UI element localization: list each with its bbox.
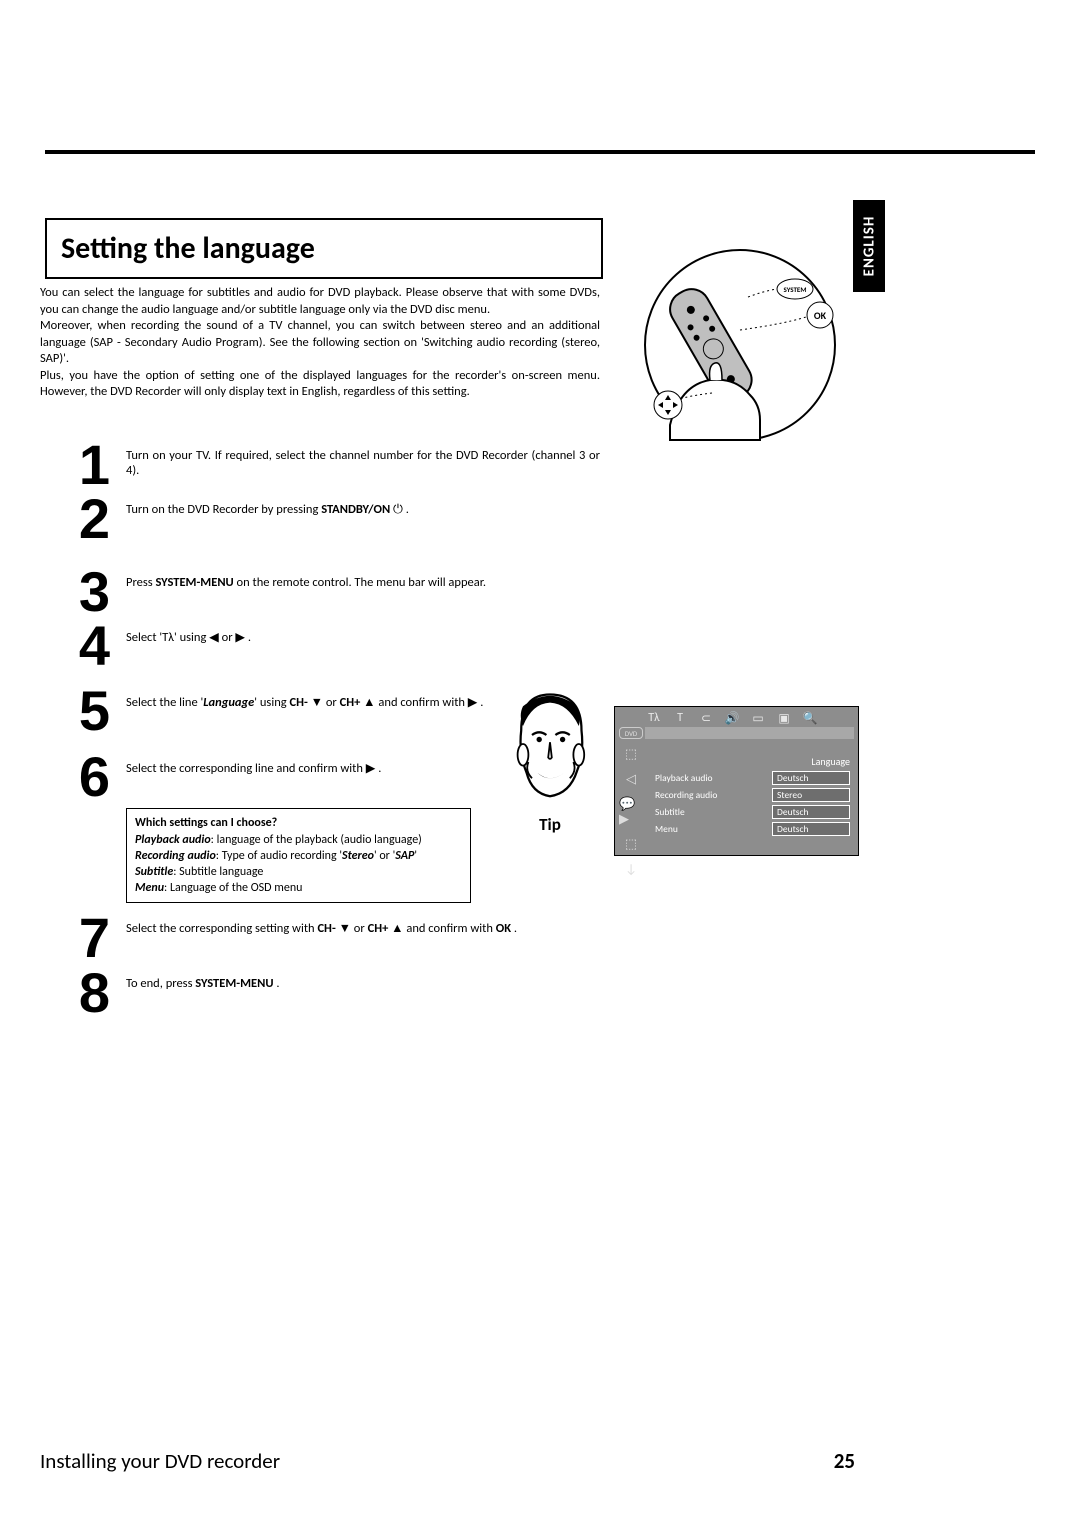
osd-icon-search: 🔍 [799, 711, 821, 726]
step-8: 8 To end, press SYSTEM-MENU . [40, 968, 600, 1018]
osd-icon-t: T [669, 711, 691, 726]
osd-top-icons: Tλ T ⊂ 🔊 ▭ ▣ 🔍 [615, 707, 858, 728]
step-text: Turn on your TV. If required, select the… [120, 440, 600, 478]
osd-sidebar-icon: 💬 ▶ [619, 797, 643, 827]
remote-illustration: SYSTEM OK [640, 245, 840, 445]
step-text: Select 'Tλ' using ◀ or ▶ . [120, 621, 600, 645]
intro-p2: Moreover, when recording the sound of a … [40, 318, 600, 368]
step-number: 7 [40, 913, 120, 963]
osd-row-value: Deutsch [772, 771, 850, 785]
wrench-icon: Tλ [162, 630, 174, 645]
osd-subbar [645, 727, 854, 739]
page-title: Setting the language [61, 230, 587, 267]
step-text: To end, press SYSTEM-MENU . [120, 968, 600, 991]
ok-label: OK [814, 309, 827, 322]
intro-p1: You can select the language for subtitle… [40, 285, 600, 318]
osd-row-label: Recording audio [655, 789, 717, 801]
system-label: SYSTEM [784, 285, 807, 294]
tip-line: Menu: Language of the OSD menu [135, 880, 462, 896]
osd-sidebar-icon: ◁ [626, 772, 636, 787]
osd-sidebar-icon: ⬚ [625, 837, 637, 852]
tip-question: Which settings can I choose? [135, 815, 462, 831]
tip-label: Tip [500, 814, 600, 835]
step-number: 2 [40, 494, 120, 544]
osd-dvd-label: DVD [619, 727, 643, 739]
osd-row-value: Deutsch [772, 822, 850, 836]
osd-icon-speaker: 🔊 [721, 711, 743, 726]
osd-row-value: Stereo [772, 788, 850, 802]
step-number: 3 [40, 567, 120, 617]
footer-page-number: 25 [834, 1448, 855, 1474]
step-text: Select the corresponding setting with CH… [120, 913, 600, 936]
osd-panel: Tλ T ⊂ 🔊 ▭ ▣ 🔍 DVD ⬚ ◁ 💬 ▶ ⬚ ↓ Language … [614, 706, 859, 856]
step-2: 2 Turn on the DVD Recorder by pressing S… [40, 494, 600, 544]
osd-icon-screen: ▭ [747, 711, 769, 726]
tip-figure: Tip [500, 690, 600, 835]
osd-row: Recording audio Stereo [655, 788, 850, 802]
tip-box: Which settings can I choose? Playback au… [126, 808, 471, 903]
intro-p3: Plus, you have the option of setting one… [40, 368, 600, 401]
step-1: 1 Turn on your TV. If required, select t… [40, 440, 600, 490]
language-tab-label: ENGLISH [860, 216, 878, 277]
osd-row: Playback audio Deutsch [655, 771, 850, 785]
language-tab: ENGLISH [853, 200, 885, 292]
step-text: Turn on the DVD Recorder by pressing STA… [120, 494, 600, 517]
osd-row: Menu Deutsch [655, 822, 850, 836]
osd-icon-wrench: Tλ [643, 711, 665, 726]
tip-face-svg [505, 690, 595, 807]
osd-sidebar-icon: ⬚ [625, 747, 637, 762]
section-title-box: Setting the language [45, 218, 603, 279]
osd-row-label: Playback audio [655, 772, 713, 784]
osd-row-label: Menu [655, 823, 678, 835]
tip-line: Recording audio: Type of audio recording… [135, 848, 462, 864]
horizontal-rule [45, 150, 1035, 154]
step-number: 6 [40, 752, 120, 802]
step-text: Press SYSTEM-MENU on the remote control.… [120, 567, 600, 590]
remote-svg: SYSTEM OK [640, 245, 840, 445]
step-number: 8 [40, 968, 120, 1018]
step-number: 4 [40, 621, 120, 671]
step-4: 4 Select 'Tλ' using ◀ or ▶ . [40, 621, 600, 671]
osd-icon-c: ⊂ [695, 711, 717, 726]
step-3: 3 Press SYSTEM-MENU on the remote contro… [40, 567, 600, 617]
osd-sidebar-arrow: ↓ [625, 862, 637, 877]
step-7: 7 Select the corresponding setting with … [40, 913, 600, 963]
tip-line: Subtitle: Subtitle language [135, 864, 462, 880]
osd-heading: Language [655, 755, 850, 768]
step-number: 5 [40, 686, 120, 736]
osd-sidebar: ⬚ ◁ 💬 ▶ ⬚ ↓ [619, 747, 643, 849]
intro-paragraphs: You can select the language for subtitle… [40, 285, 600, 401]
osd-icon-camera: ▣ [773, 711, 795, 726]
osd-body: Language Playback audio Deutsch Recordin… [655, 755, 850, 839]
footer-section-title: Installing your DVD recorder [40, 1448, 280, 1474]
osd-row-value: Deutsch [772, 805, 850, 819]
osd-row-label: Subtitle [655, 806, 685, 818]
step-number: 1 [40, 440, 120, 490]
tip-line: Playback audio: language of the playback… [135, 832, 462, 848]
osd-row: Subtitle Deutsch [655, 805, 850, 819]
